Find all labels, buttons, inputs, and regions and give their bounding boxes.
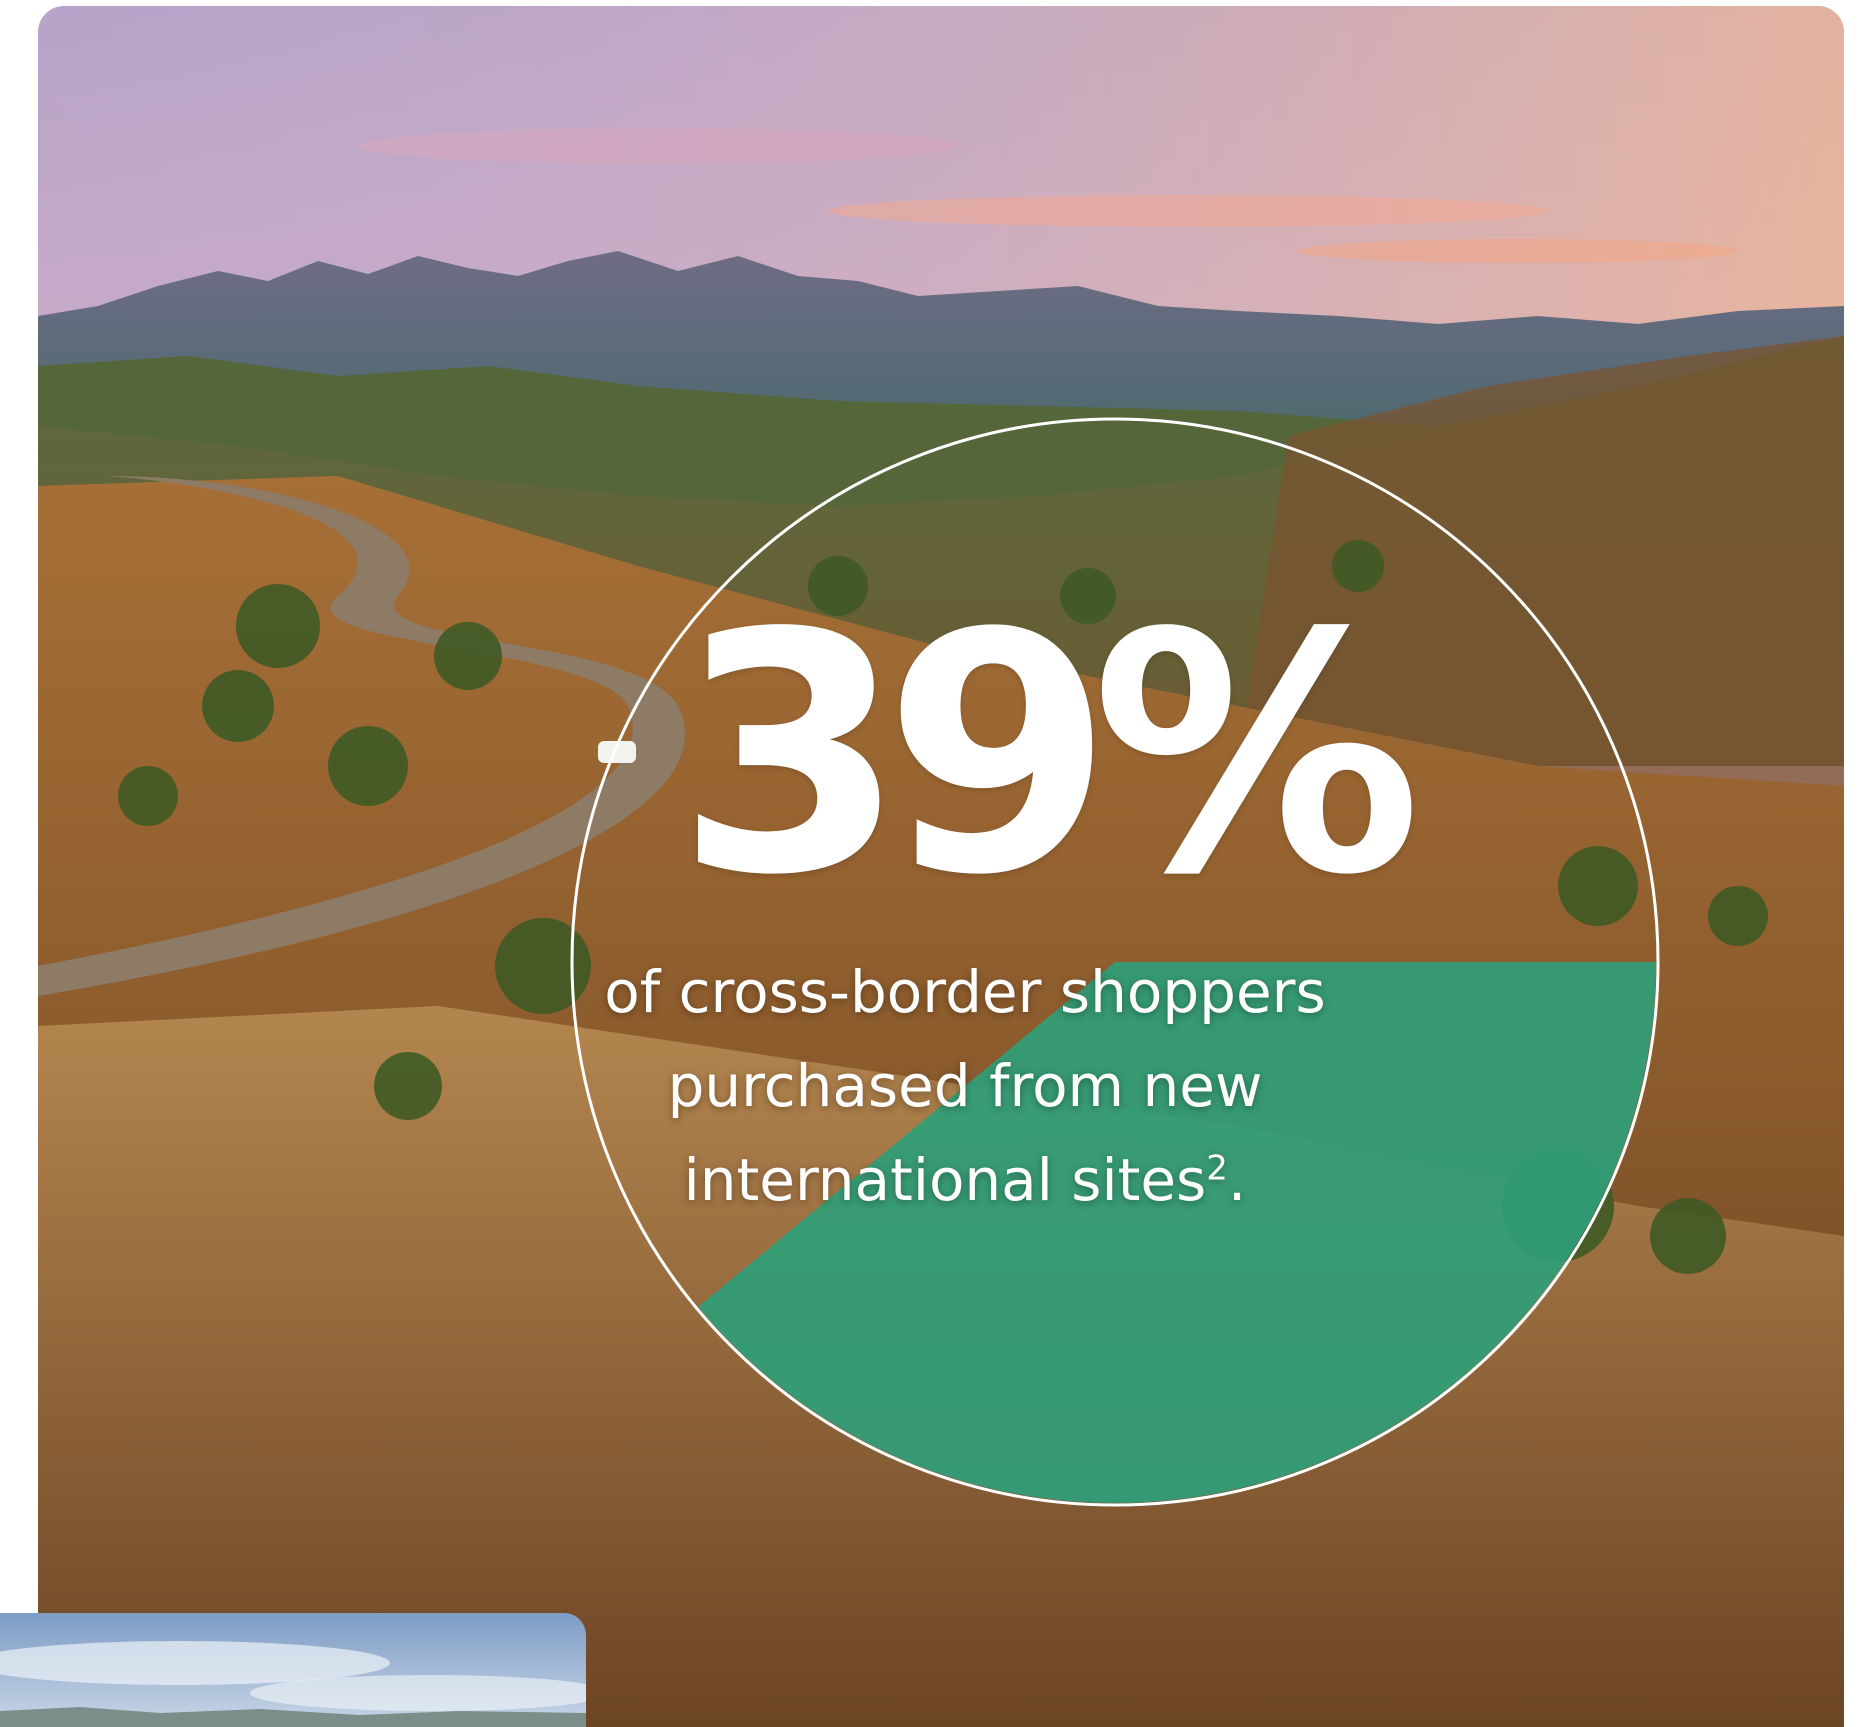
- hero-photo: [38, 6, 1844, 1727]
- sky-photo-icon: [0, 1613, 586, 1727]
- landscape-photo-icon: [38, 6, 1844, 1727]
- inset-photo: [0, 1613, 586, 1727]
